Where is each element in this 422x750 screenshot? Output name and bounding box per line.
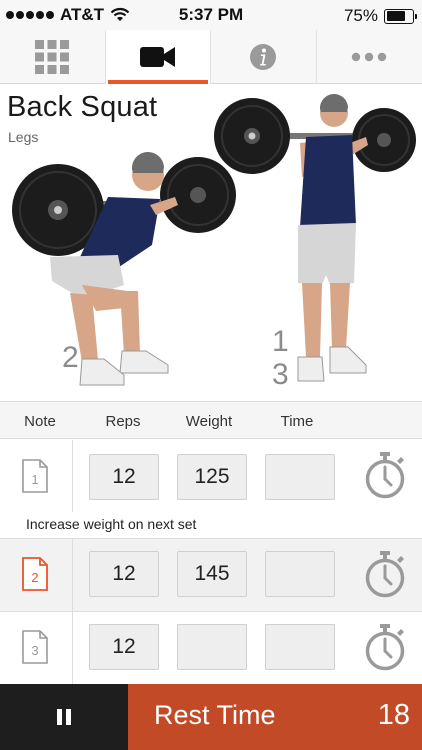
stopwatch-icon[interactable]: [364, 452, 406, 500]
tab-grid[interactable]: [0, 30, 106, 84]
rest-timer-bar: Rest Time 18: [0, 684, 422, 750]
video-camera-icon: [139, 47, 175, 67]
set-row-2: 2 12 145: [0, 539, 422, 611]
reps-field[interactable]: 12: [89, 454, 159, 500]
note-icon-number: 2: [31, 570, 38, 585]
rest-time-seconds: 18: [377, 699, 410, 731]
more-icon: [352, 52, 387, 62]
battery-icon: [384, 8, 417, 24]
tab-video[interactable]: [105, 30, 211, 84]
rest-time-label: Rest Time: [154, 700, 276, 730]
note-icon-number: 1: [31, 472, 38, 487]
header-time: Time: [280, 413, 314, 430]
time-field[interactable]: [265, 551, 335, 597]
squat-figure-bottom: [12, 151, 236, 386]
note-icon[interactable]: 3: [22, 630, 48, 664]
exercise-title: Back Squat: [7, 91, 158, 123]
set-row-3: 3 12: [0, 612, 422, 684]
step-number-left: 2: [62, 341, 79, 374]
tab-more[interactable]: [317, 30, 422, 84]
time-field[interactable]: [265, 454, 335, 500]
stopwatch-icon[interactable]: [364, 624, 406, 672]
exercise-category: Legs: [8, 129, 39, 145]
squat-figure-standing: [214, 93, 416, 382]
header-note: Note: [24, 413, 56, 430]
tab-info[interactable]: [211, 30, 317, 84]
exercise-illustration: Back Squat Legs 2 1 3: [0, 85, 422, 400]
weight-field[interactable]: 125: [177, 454, 247, 500]
battery-percent: 75%: [343, 6, 378, 25]
set-note-text: Increase weight on next set: [26, 516, 197, 532]
stopwatch-icon[interactable]: [364, 551, 406, 599]
weight-field[interactable]: [177, 624, 247, 670]
reps-field[interactable]: 12: [89, 551, 159, 597]
set-row-1: 1 12 125 Increase weight on next set: [0, 440, 422, 538]
note-icon[interactable]: 1: [22, 459, 48, 493]
grid-icon: [35, 40, 70, 74]
tab-bar: [0, 30, 422, 84]
reps-field[interactable]: 12: [89, 624, 159, 670]
pause-icon: [55, 709, 73, 725]
info-icon: [250, 44, 277, 70]
log-header: Note Reps Weight Time: [0, 401, 422, 439]
weight-field[interactable]: 145: [177, 551, 247, 597]
note-icon-number: 3: [31, 643, 38, 658]
status-bar: AT&T 5:37 PM 75%: [0, 0, 422, 30]
rest-time-display[interactable]: Rest Time 18: [128, 684, 422, 750]
step-number-right-bottom: 3: [272, 358, 289, 391]
step-number-right-top: 1: [272, 325, 289, 358]
header-reps: Reps: [105, 413, 141, 430]
note-icon[interactable]: 2: [22, 557, 48, 591]
pause-button[interactable]: [0, 684, 128, 750]
header-weight: Weight: [185, 413, 233, 430]
time-field[interactable]: [265, 624, 335, 670]
